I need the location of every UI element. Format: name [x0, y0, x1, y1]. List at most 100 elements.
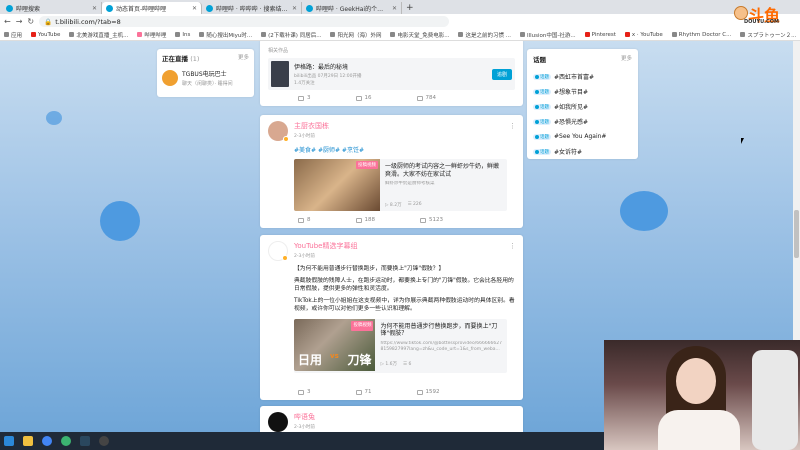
- topic-label: #女诉符#: [554, 149, 583, 156]
- tab-search-results[interactable]: 哔哩哔 · 哔哔哔 · 搜索结果_哔哩哔✕: [202, 2, 302, 14]
- bookmark-item[interactable]: 这是之前的习惯 ...: [458, 31, 511, 39]
- topic-item[interactable]: 话题 #想象节目#: [533, 84, 632, 99]
- topic-label: #西虹市首富#: [554, 74, 595, 81]
- topic-badge: 话题: [533, 133, 551, 140]
- bookmark-item[interactable]: 应用: [4, 31, 22, 39]
- comment-icon: [355, 217, 362, 223]
- avatar[interactable]: [268, 412, 288, 432]
- danmaku-count: ☰ 226: [407, 202, 422, 207]
- reload-icon[interactable]: ↻: [27, 17, 34, 26]
- play-count: ▷ 8.2万: [385, 203, 402, 208]
- new-tab-button[interactable]: +: [402, 2, 418, 14]
- related-works-label: 相关作品: [268, 48, 289, 54]
- post-author: 主厨衣国栋 2-3小时前: [268, 121, 515, 142]
- topic-item[interactable]: 话题 #如我所见#: [533, 99, 632, 114]
- bookmark-favicon-icon: [199, 32, 205, 37]
- comment-button[interactable]: 188: [355, 217, 375, 223]
- bookmark-item[interactable]: 电影天堂_免费电影...: [390, 31, 449, 39]
- webcam-overlay: [604, 340, 800, 450]
- bookmark-item[interactable]: 随心搜出Miyu时...: [199, 31, 252, 39]
- topic-item[interactable]: 话题 #See You Again#: [533, 129, 632, 144]
- avatar: [162, 70, 178, 86]
- file-explorer-icon[interactable]: [23, 436, 33, 446]
- close-icon[interactable]: ✕: [92, 5, 97, 12]
- share-button[interactable]: 3: [298, 95, 311, 101]
- avatar[interactable]: [268, 121, 289, 142]
- bookmark-item[interactable]: (2下载补课) 同居后...: [261, 31, 321, 39]
- background-mascot: [620, 191, 668, 231]
- bookmark-item[interactable]: Pinterest: [584, 32, 616, 38]
- close-icon[interactable]: ✕: [292, 5, 297, 12]
- like-button[interactable]: 1592: [416, 389, 440, 395]
- bookmark-item[interactable]: 哔哩哔哩: [137, 31, 166, 39]
- topic-badge: 话题: [533, 118, 551, 125]
- tab-search[interactable]: 哔哩搜索 ✕: [2, 2, 102, 14]
- background-mascot: [46, 111, 62, 125]
- post-hashtags[interactable]: #美食# #厨师# #烹饪#: [294, 145, 515, 154]
- bookmark-favicon-icon: [624, 32, 630, 37]
- live-more-link[interactable]: 更多: [238, 53, 249, 63]
- scrollbar-thumb[interactable]: [794, 210, 799, 258]
- tab-user-space[interactable]: 哔哩哔 · GeekHai的个人空间_哔✕: [302, 2, 402, 14]
- video-badge: 投稿视频: [351, 320, 374, 331]
- live-item[interactable]: TGBUS电玩巴士 聊天（闲聊类）· 睡得间: [162, 69, 249, 87]
- url-input[interactable]: 🔒 t.bilibili.com/?tab=8: [39, 16, 450, 27]
- bangumi-meta: bilibili出品 07月29日 12:00开播: [294, 74, 362, 79]
- comment-button[interactable]: 71: [355, 389, 372, 395]
- bookmark-item[interactable]: Ins: [175, 32, 190, 38]
- back-icon[interactable]: ←: [4, 17, 11, 26]
- bookmark-item[interactable]: スプラトゥーン２...: [740, 31, 796, 39]
- comment-button[interactable]: 16: [355, 95, 372, 101]
- bookmark-favicon-icon: [671, 32, 677, 37]
- author-name[interactable]: YouTube精选字幕组: [294, 241, 357, 251]
- topic-label: #如我所见#: [554, 104, 589, 111]
- bookmark-favicon-icon: [458, 32, 464, 37]
- background-mascot: [100, 201, 140, 241]
- post-text: 【为何不能用普通步行替换跑步，而要换上"刀锋"假肢？】 典截肢假肢的残障人士，在…: [294, 265, 515, 373]
- mouse-cursor: [741, 138, 747, 144]
- forward-icon[interactable]: →: [16, 17, 23, 26]
- close-icon[interactable]: ✕: [392, 5, 397, 12]
- post-author: 哔语兔 2-3小时前: [268, 412, 515, 432]
- like-button[interactable]: 784: [416, 95, 436, 101]
- cover-text-left: 日用: [298, 353, 323, 367]
- topic-icon: [535, 104, 539, 109]
- bilibili-favicon-icon: [206, 4, 213, 12]
- video-card[interactable]: 投稿视频 日用 vs 刀锋 为何不能用普通步行替换跑步，而要换上"刀锋"假肢？ …: [294, 318, 507, 373]
- bookmark-item[interactable]: 阳光网（海）外网: [330, 31, 381, 39]
- chrome-icon[interactable]: [42, 436, 52, 446]
- video-card[interactable]: 投稿视频 一级厨师的考试内容之一鲜虾炒牛奶，鲜嫩爽滑。大家不妨在家试试 鲜虾炒牛…: [294, 159, 507, 211]
- bookmark-item[interactable]: Rhythm Doctor C...: [671, 32, 731, 38]
- more-options-icon[interactable]: ⋮: [509, 242, 516, 250]
- bookmark-item[interactable]: x · YouTube: [624, 32, 663, 38]
- topic-item[interactable]: 话题 #恐惧光感#: [533, 114, 632, 129]
- topics-more-link[interactable]: 更多: [621, 54, 632, 64]
- topic-item[interactable]: 话题 #西虹市首富#: [533, 69, 632, 84]
- video-title: 为何不能用普通步行替换跑步，而要换上"刀锋"假肢？: [380, 322, 498, 338]
- bookmark-item[interactable]: YouTube: [31, 32, 60, 38]
- verified-badge-icon: [282, 255, 288, 261]
- windows-start-icon[interactable]: [4, 436, 14, 446]
- bookmark-item[interactable]: 北美游戏直播_主机...: [69, 31, 128, 39]
- post-actions: 3 71 1592: [298, 389, 440, 395]
- bookmark-item[interactable]: Illusion中国-社游...: [519, 31, 576, 39]
- lock-icon: 🔒: [44, 17, 53, 26]
- avatar[interactable]: [268, 241, 288, 261]
- tab-dynamic-home[interactable]: 动态首页-哔哩哔哩 ✕: [102, 2, 202, 14]
- obs-icon[interactable]: [99, 436, 109, 446]
- author-name[interactable]: 哔语兔: [294, 412, 315, 422]
- close-icon[interactable]: ✕: [192, 5, 197, 12]
- author-name[interactable]: 主厨衣国栋: [294, 121, 329, 131]
- share-button[interactable]: 8: [298, 217, 311, 223]
- like-icon: [416, 95, 423, 101]
- embedded-bangumi[interactable]: 伊格路：最后的秘境 bilibili出品 07月29日 12:00开播 1.4万…: [268, 58, 515, 90]
- douyu-logo: 斗鱼 DOUYU.COM: [734, 2, 782, 28]
- bookmark-favicon-icon: [31, 32, 37, 37]
- more-options-icon[interactable]: ⋮: [509, 122, 516, 130]
- app-icon[interactable]: [61, 436, 71, 446]
- topic-item[interactable]: 话题 #女诉符#: [533, 144, 632, 159]
- like-button[interactable]: 5123: [420, 217, 443, 223]
- steam-icon[interactable]: [80, 436, 90, 446]
- follow-bangumi-button[interactable]: 追剧: [491, 68, 512, 80]
- share-button[interactable]: 3: [298, 389, 311, 395]
